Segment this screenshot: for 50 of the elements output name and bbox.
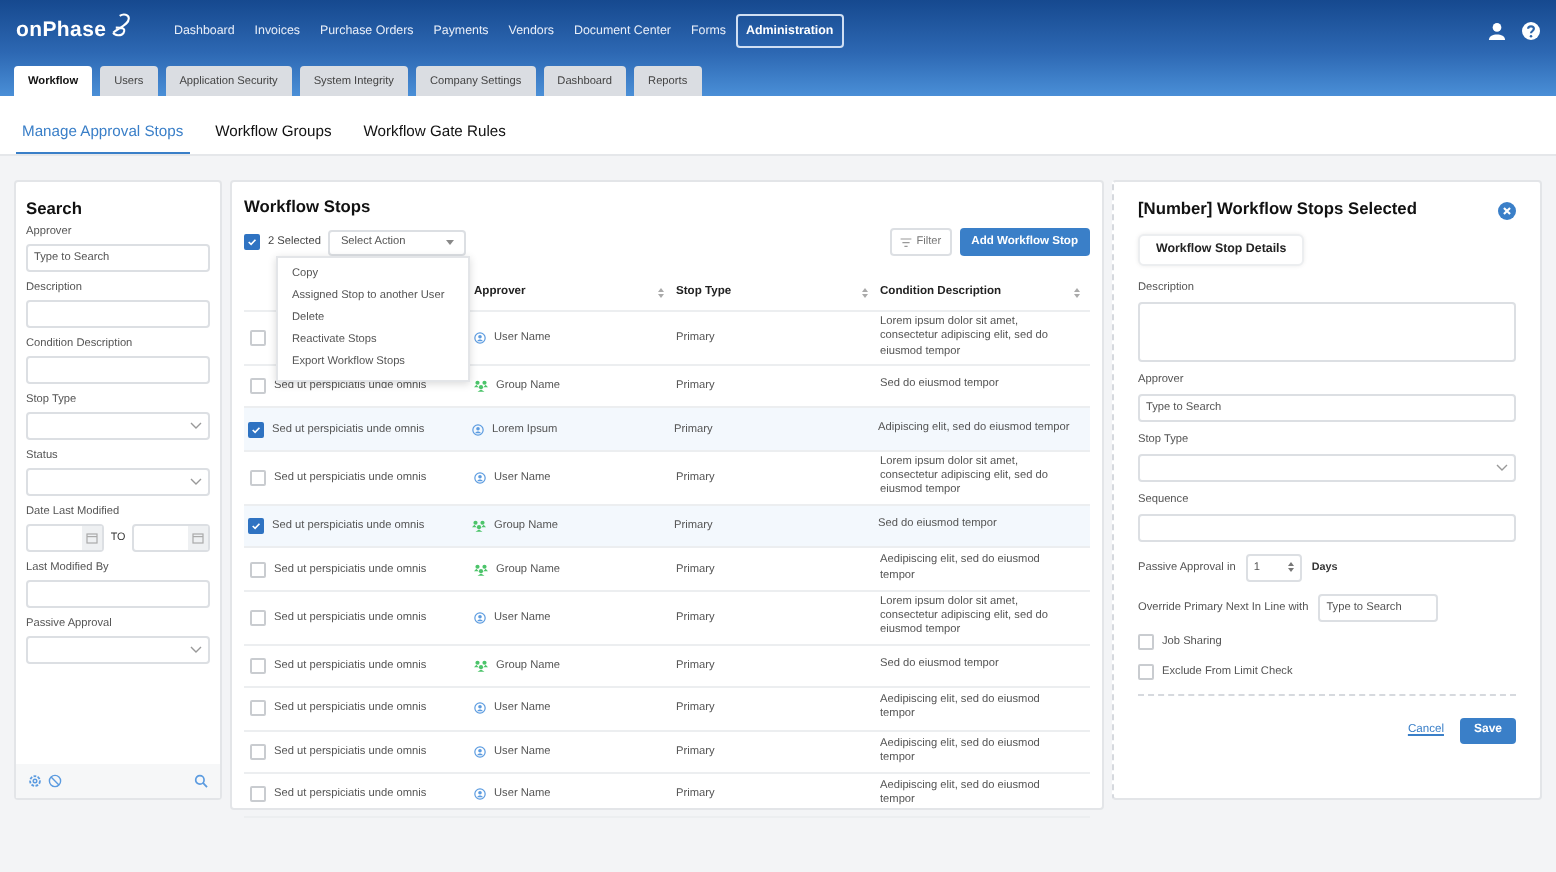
search-icon[interactable]: [194, 774, 208, 788]
textarea-field[interactable]: [1138, 301, 1516, 361]
panel-title: Workflow Stops: [244, 194, 373, 220]
close-icon[interactable]: [1498, 201, 1516, 219]
clear-icon[interactable]: [48, 774, 62, 788]
panel-title: [Number] Workflow Stops Selected: [1138, 196, 1417, 222]
chevron-icon: [1496, 463, 1508, 471]
chevron-icon: [190, 478, 202, 486]
help-icon[interactable]: [1522, 21, 1540, 39]
select-field[interactable]: [26, 636, 210, 664]
caret-icon: [446, 239, 455, 245]
row-checkbox[interactable]: [248, 421, 264, 438]
chevron-icon: [190, 646, 202, 654]
spinner-icon[interactable]: [1287, 562, 1294, 572]
user-circle-icon: [474, 331, 486, 344]
input-field[interactable]: [1138, 513, 1516, 541]
logo-text: onPhase: [16, 18, 107, 42]
select-field[interactable]: [26, 468, 210, 496]
group-icon: [474, 563, 488, 576]
user-circle-icon: [472, 423, 484, 436]
user-circle-icon: [474, 788, 486, 801]
sort-icon[interactable]: [658, 287, 664, 297]
chevron-icon: [190, 422, 202, 430]
select-field[interactable]: [26, 412, 210, 440]
calendar-icon[interactable]: [86, 532, 99, 544]
user-icon[interactable]: [1488, 21, 1506, 39]
user-circle-icon: [474, 611, 486, 624]
checkbox[interactable]: [1138, 663, 1154, 679]
input-field[interactable]: [26, 356, 210, 384]
select-all-checkbox[interactable]: [244, 234, 260, 250]
checkbox[interactable]: [1138, 633, 1154, 649]
settings-icon[interactable]: [28, 774, 42, 788]
filter-icon: [900, 237, 913, 247]
sort-icon[interactable]: [862, 287, 868, 297]
swirl-logo-icon: [108, 12, 135, 38]
select-field[interactable]: [1138, 453, 1516, 481]
date-field[interactable]: [26, 524, 105, 552]
row-checkbox[interactable]: [248, 518, 264, 535]
user-circle-icon: [474, 471, 486, 484]
date-field[interactable]: [131, 524, 211, 552]
panel-title: Search: [26, 196, 84, 222]
input-field[interactable]: [26, 300, 210, 328]
input-field[interactable]: [26, 580, 210, 608]
user-circle-icon: [474, 745, 486, 758]
user-circle-icon: [474, 702, 486, 715]
calendar-icon[interactable]: [192, 532, 205, 544]
group-icon: [472, 520, 486, 533]
sort-icon[interactable]: [1074, 287, 1080, 297]
group-icon: [474, 380, 488, 393]
group-icon: [474, 659, 488, 672]
